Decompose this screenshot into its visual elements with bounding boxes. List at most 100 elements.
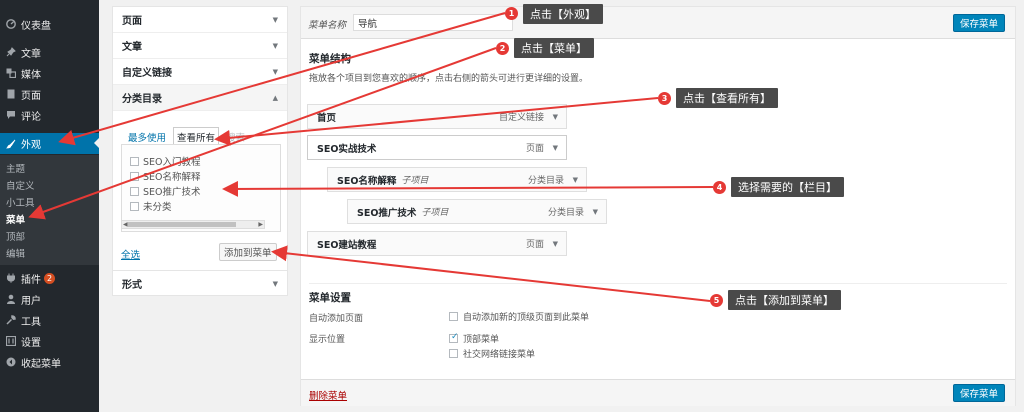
submenu-header[interactable]: 顶部 xyxy=(0,228,99,244)
submenu-themes[interactable]: 主题 xyxy=(0,160,99,176)
list-item[interactable]: SEO入门教程 xyxy=(130,154,201,168)
submenu-widgets[interactable]: 小工具 xyxy=(0,194,99,210)
menu-item-type: 页面 xyxy=(525,240,544,250)
sidebar-item-label: 设置 xyxy=(21,337,41,349)
save-menu-button-bottom[interactable]: 保存菜单 xyxy=(953,384,1006,402)
add-menu-items-panel: 页面 ▼ 文章 ▼ 自定义链接 ▼ 分类目录 ▲ 最多使用 查看所有 搜索 SE… xyxy=(112,6,288,296)
menu-structure-title: 菜单结构 xyxy=(309,53,351,65)
location-option-top-menu[interactable]: 顶部菜单 xyxy=(449,332,499,345)
sidebar-item-label: 外观 xyxy=(21,140,41,151)
menu-item[interactable]: SEO建站教程 页面 ▼ xyxy=(307,231,567,256)
select-all-link[interactable]: 全选 xyxy=(121,247,140,261)
accordion-custom-links[interactable]: 自定义链接 ▼ xyxy=(113,59,287,85)
menu-item[interactable]: 首页 自定义链接 ▼ xyxy=(307,104,567,129)
sidebar-item-media[interactable]: 媒体 xyxy=(0,63,99,83)
menu-item-title: SEO名称解释 xyxy=(337,175,397,187)
checkbox[interactable] xyxy=(130,156,139,166)
sidebar-item-posts[interactable]: 文章 xyxy=(0,42,99,62)
admin-sidebar: 仪表盘 文章 媒体 页面 评论 外观 主题 自定义 小工具 菜单 顶部 编辑 插… xyxy=(0,0,99,412)
accordion-categories[interactable]: 分类目录 ▲ xyxy=(113,85,287,111)
chevron-down-icon[interactable]: ▼ xyxy=(553,240,558,248)
user-icon xyxy=(6,294,16,304)
accordion-format[interactable]: 形式 ▼ xyxy=(112,270,288,296)
menu-item-type: 自定义链接 xyxy=(498,113,544,123)
list-item[interactable]: SEO名称解释 xyxy=(130,169,201,183)
sidebar-item-dashboard[interactable]: 仪表盘 xyxy=(0,14,99,34)
chevron-down-icon: ▼ xyxy=(272,280,278,288)
list-item[interactable]: SEO推广技术 xyxy=(130,184,201,198)
step-number-5: 5 xyxy=(710,294,723,307)
chevron-down-icon: ▼ xyxy=(272,16,278,24)
scrollbar-thumb[interactable] xyxy=(128,222,236,227)
sidebar-item-appearance[interactable]: 外观 xyxy=(0,133,99,154)
sidebar-item-comments[interactable]: 评论 xyxy=(0,105,99,125)
chevron-down-icon[interactable]: ▼ xyxy=(573,176,578,184)
menu-structure-description: 拖放各个项目到您喜欢的顺序，点击右侧的箭头可进行更详细的设置。 xyxy=(309,74,589,84)
sidebar-item-pages[interactable]: 页面 xyxy=(0,84,99,104)
accordion-pages[interactable]: 页面 ▼ xyxy=(113,7,287,33)
chevron-down-icon[interactable]: ▼ xyxy=(593,208,598,216)
collapse-icon xyxy=(6,357,16,367)
sidebar-item-plugins[interactable]: 插件 2 xyxy=(0,268,99,288)
auto-add-option[interactable]: 自动添加新的顶级页面到此菜单 xyxy=(449,310,589,323)
category-checklist: SEO入门教程 SEO名称解释 SEO推广技术 未分类 xyxy=(121,144,281,232)
scroll-left-icon[interactable]: ◀ xyxy=(123,221,128,228)
add-to-menu-button[interactable]: 添加到菜单 xyxy=(219,243,277,261)
category-label: SEO名称解释 xyxy=(143,172,201,183)
save-menu-button-top[interactable]: 保存菜单 xyxy=(953,14,1006,32)
accordion-posts[interactable]: 文章 ▼ xyxy=(113,33,287,59)
menu-item-title: SEO实战技术 xyxy=(317,143,377,155)
menu-item-title: SEO建站教程 xyxy=(317,239,377,251)
checkbox[interactable] xyxy=(130,186,139,196)
accordion-title: 页面 xyxy=(122,16,142,27)
step-number-3: 3 xyxy=(658,92,671,105)
menu-name-input[interactable] xyxy=(353,14,513,31)
callout-3: 点击【查看所有】 xyxy=(676,88,778,108)
menu-item-subitem-tag: 子项目 xyxy=(421,208,449,218)
sidebar-item-label: 仪表盘 xyxy=(21,20,51,32)
step-number-1: 1 xyxy=(505,7,518,20)
chevron-down-icon[interactable]: ▼ xyxy=(553,144,558,152)
menu-name-label: 菜单名称 xyxy=(308,20,347,31)
option-label: 社交网络链接菜单 xyxy=(463,350,536,360)
sidebar-item-label: 收起菜单 xyxy=(21,358,61,370)
step-number-4: 4 xyxy=(713,181,726,194)
horizontal-scrollbar[interactable]: ◀ ▶ xyxy=(121,220,265,229)
sidebar-item-tools[interactable]: 工具 xyxy=(0,310,99,330)
delete-menu-link[interactable]: 删除菜单 xyxy=(309,388,347,402)
wrench-icon xyxy=(6,315,16,325)
category-label: 未分类 xyxy=(143,202,172,213)
checkbox[interactable] xyxy=(130,201,139,211)
dashboard-icon xyxy=(6,19,16,29)
sidebar-item-label: 文章 xyxy=(21,48,41,60)
location-option-social[interactable]: 社交网络链接菜单 xyxy=(449,347,535,360)
scroll-right-icon[interactable]: ▶ xyxy=(258,221,263,228)
checkbox-checked[interactable] xyxy=(449,332,459,343)
sidebar-collapse[interactable]: 收起菜单 xyxy=(0,352,99,372)
sidebar-item-users[interactable]: 用户 xyxy=(0,289,99,309)
brush-icon xyxy=(6,139,16,149)
menu-item[interactable]: SEO推广技术 子项目 分类目录 ▼ xyxy=(347,199,607,224)
list-item[interactable]: 未分类 xyxy=(130,199,172,213)
comment-icon xyxy=(6,110,16,120)
checkbox[interactable] xyxy=(449,349,458,358)
callout-2: 点击【菜单】 xyxy=(514,38,594,58)
sidebar-item-settings[interactable]: 设置 xyxy=(0,331,99,351)
menu-footer-bar: 删除菜单 保存菜单 xyxy=(301,379,1015,406)
menu-item-type: 分类目录 xyxy=(547,208,584,218)
submenu-menus[interactable]: 菜单 xyxy=(0,211,99,227)
category-label: SEO入门教程 xyxy=(143,157,201,168)
menu-item[interactable]: SEO名称解释 子项目 分类目录 ▼ xyxy=(327,167,587,192)
step-number-2: 2 xyxy=(496,42,509,55)
submenu-editor[interactable]: 编辑 xyxy=(0,245,99,261)
sidebar-item-label: 页面 xyxy=(21,90,41,102)
chevron-down-icon[interactable]: ▼ xyxy=(553,113,558,121)
menu-item-subitem-tag: 子项目 xyxy=(401,176,429,186)
menu-item[interactable]: SEO实战技术 页面 ▼ xyxy=(307,135,567,160)
submenu-customize[interactable]: 自定义 xyxy=(0,177,99,193)
pin-icon xyxy=(6,47,16,57)
checkbox[interactable] xyxy=(449,312,458,321)
checkbox[interactable] xyxy=(130,171,139,181)
option-label: 自动添加新的顶级页面到此菜单 xyxy=(463,313,590,323)
sidebar-item-label: 插件 xyxy=(21,274,41,286)
